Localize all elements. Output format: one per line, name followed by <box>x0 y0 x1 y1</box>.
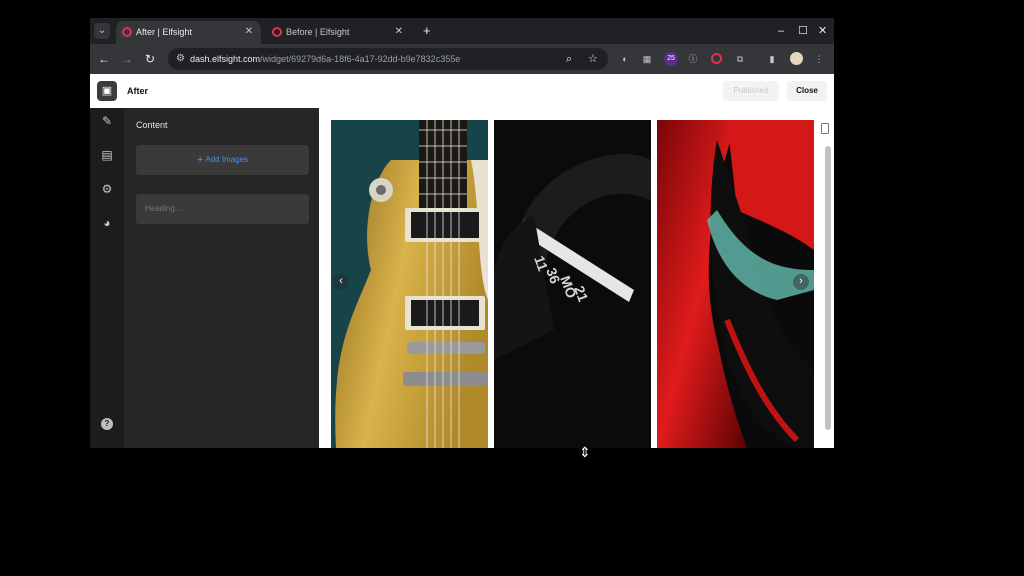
extension-icon[interactable]: ▦ <box>640 52 654 66</box>
tab-title: Before | Elfsight <box>286 27 350 37</box>
gear-icon[interactable]: ⚙ <box>100 182 114 196</box>
widget-logo-icon: ▣ <box>97 81 117 101</box>
extension-icon[interactable]: ◐ <box>618 52 632 66</box>
plus-icon: + <box>196 154 204 166</box>
menu-icon[interactable]: ⋮ <box>812 52 826 66</box>
url-text[interactable]: dash.elfsight.com/widget/69279d6a-18f6-4… <box>190 48 460 70</box>
bookmark-star-icon[interactable]: ☆ <box>588 48 598 70</box>
gallery-image-smartwatch[interactable]: 11 36 MO 21 <box>494 120 651 448</box>
resize-cursor-icon: ⇕ <box>579 444 591 460</box>
palette-icon[interactable]: ◕ <box>100 216 114 230</box>
published-button[interactable]: Published <box>723 81 779 101</box>
add-images-label: Add Images <box>205 155 249 164</box>
forward-icon[interactable]: → <box>120 50 134 68</box>
browser-window: ⌄ After | Elfsight ✕ Before | Elfsight ✕… <box>90 18 834 448</box>
app-header: ▣ After Published Close <box>90 74 834 109</box>
info-icon[interactable]: ⓘ <box>686 52 700 66</box>
heading-input[interactable] <box>136 194 309 224</box>
layout-icon[interactable]: ▤ <box>100 148 114 162</box>
gallery-image-guitar[interactable] <box>331 120 488 448</box>
panel-title: Content <box>136 120 168 130</box>
gallery-preview: 11 36 MO 21 ‹ › <box>319 108 834 448</box>
gallery-image-red-car[interactable] <box>657 120 814 448</box>
address-bar[interactable]: ⚙ dash.elfsight.com/widget/69279d6a-18f6… <box>168 48 608 70</box>
pencil-icon[interactable]: ✎ <box>100 114 114 128</box>
preview-scrollbar[interactable] <box>825 138 831 446</box>
gallery-prev-arrow-icon[interactable]: ‹ <box>333 274 349 290</box>
new-tab-button[interactable]: + <box>423 21 431 41</box>
browser-toolbar: ← → ↻ ⚙ dash.elfsight.com/widget/69279d6… <box>90 44 834 74</box>
maximize-icon[interactable]: ☐ <box>798 22 808 40</box>
elfsight-favicon-icon <box>122 27 132 37</box>
tab-before[interactable]: Before | Elfsight ✕ <box>266 21 411 44</box>
tab-search-button[interactable]: ⌄ <box>94 23 110 39</box>
reload-icon[interactable]: ↻ <box>143 50 157 68</box>
add-images-button[interactable]: + Add Images <box>136 145 309 175</box>
page-content: ▣ After Published Close ✎ ▤ ⚙ ◕ ? Conten… <box>90 74 834 448</box>
close-button[interactable]: Close <box>787 81 827 101</box>
scrollbar-thumb[interactable] <box>825 146 831 430</box>
gallery-next-arrow-icon[interactable]: › <box>793 274 809 290</box>
tab-title: After | Elfsight <box>136 27 192 37</box>
tab-close-icon[interactable]: ✕ <box>395 21 403 43</box>
tab-close-icon[interactable]: ✕ <box>245 21 253 43</box>
window-close-icon[interactable]: ✕ <box>818 22 827 40</box>
elfsight-extension-icon[interactable] <box>711 53 722 64</box>
help-icon[interactable]: ? <box>101 418 113 430</box>
content-panel: Content + Add Images <box>124 108 319 448</box>
site-info-icon[interactable]: ⚙ <box>176 52 185 66</box>
profile-avatar[interactable] <box>790 52 803 65</box>
side-panel-icon[interactable]: ▮ <box>765 52 779 66</box>
extension-badge-icon[interactable]: 25 <box>664 52 678 66</box>
mobile-preview-icon[interactable] <box>821 123 829 134</box>
search-icon[interactable]: ⌕ <box>566 48 572 70</box>
tab-after[interactable]: After | Elfsight ✕ <box>116 21 261 44</box>
puzzle-extensions-icon[interactable]: ⧉ <box>733 52 747 66</box>
editor-nav-rail: ✎ ▤ ⚙ ◕ ? <box>90 108 124 448</box>
widget-title: After <box>127 86 149 96</box>
back-icon[interactable]: ← <box>97 50 111 68</box>
elfsight-favicon-icon <box>272 27 282 37</box>
minimize-icon[interactable]: – <box>778 22 784 40</box>
tab-strip: ⌄ After | Elfsight ✕ Before | Elfsight ✕… <box>90 18 834 44</box>
